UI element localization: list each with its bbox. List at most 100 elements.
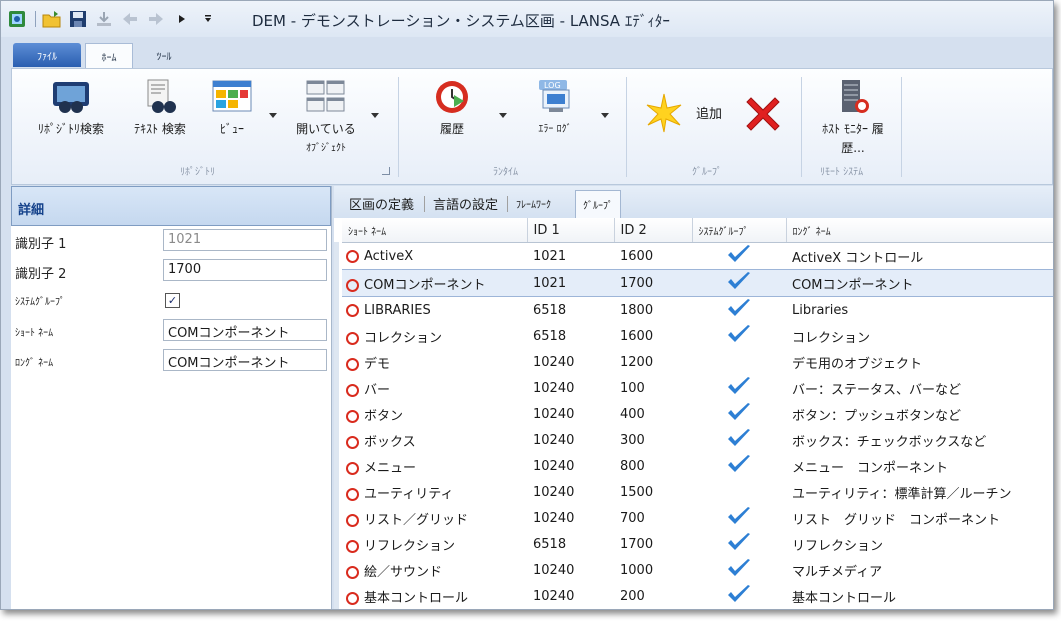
- cell-long-name: メニュー コンポーネント: [792, 460, 949, 476]
- cell-system-group: [692, 297, 786, 324]
- error-log-icon: LOG: [539, 80, 570, 112]
- cell-short-name: ボタン: [342, 401, 527, 427]
- group-separator: [901, 77, 902, 177]
- error-log-button[interactable]: LOG ｴﾗｰ ﾛｸﾞ: [520, 79, 590, 139]
- group-label-remote-system: ﾘﾓｰﾄ ｼｽﾃﾑ: [820, 167, 864, 178]
- open-folder-icon[interactable]: [42, 9, 62, 29]
- group-ring-icon: [346, 249, 359, 263]
- history-dropdown-arrow[interactable]: [499, 113, 507, 118]
- customize-icon[interactable]: [198, 9, 218, 29]
- tab-language-settings[interactable]: 言語の設定: [426, 190, 505, 217]
- forward-arrow-icon[interactable]: [146, 9, 166, 29]
- view-dropdown-arrow[interactable]: [269, 113, 277, 118]
- table-row[interactable]: 絵／サウンド 10240 1000 マルチメディア: [342, 557, 1053, 583]
- open-objects-dropdown-arrow[interactable]: [371, 113, 379, 118]
- column-header-id1[interactable]: ID 1: [527, 218, 615, 243]
- details-panel: 詳細 識別子 1 1021 識別子 2 1700 ｼｽﾃﾑｸﾞﾙｰﾌﾟ ✓ ｼｮ…: [11, 186, 332, 609]
- install-icon[interactable]: [94, 9, 114, 29]
- cell-system-group: [692, 453, 786, 479]
- table-row[interactable]: ボックス 10240 300 ボックス：チェックボックスなど: [342, 427, 1053, 453]
- short-name-field[interactable]: COMコンポーネント: [163, 319, 327, 341]
- table-row[interactable]: コレクション 6518 1600 コレクション: [342, 323, 1053, 349]
- table-row[interactable]: メニュー 10240 800 メニュー コンポーネント: [342, 453, 1053, 479]
- cell-id1: 6518: [533, 302, 567, 318]
- cell-short-name: コレクション: [342, 323, 527, 349]
- table-row[interactable]: バー 10240 100 バー：ステータス、バーなど: [342, 375, 1053, 401]
- delete-x-icon: [746, 97, 780, 131]
- repository-search-label: ﾘﾎﾟｼﾞﾄﾘ検索: [37, 122, 104, 136]
- check-icon: [728, 377, 750, 394]
- identifier-2-field[interactable]: 1700: [163, 259, 327, 281]
- column-header-id2[interactable]: ID 2: [614, 218, 693, 243]
- check-icon: [728, 245, 750, 262]
- cell-id1: 6518: [533, 328, 567, 344]
- view-button[interactable]: ﾋﾞｭｰ: [207, 79, 257, 139]
- cell-system-group: [692, 323, 786, 349]
- dialog-launcher-icon[interactable]: [382, 167, 390, 175]
- back-arrow-icon[interactable]: [120, 9, 140, 29]
- cell-short-name: ボックス: [342, 427, 527, 453]
- short-name-text: リスト／グリッド: [364, 512, 469, 528]
- tab-separator: [507, 196, 508, 212]
- cell-long-name: 基本コントロール: [792, 590, 897, 606]
- tab-groups[interactable]: ｸﾞﾙｰﾌﾟ: [575, 190, 621, 218]
- details-header: 詳細: [11, 186, 331, 226]
- cell-system-group: [692, 375, 786, 401]
- tab-partition-definition[interactable]: 区画の定義: [342, 190, 421, 217]
- cell-id1: 1021: [527, 269, 614, 297]
- check-icon: [728, 299, 750, 316]
- add-label: 追加: [696, 107, 723, 122]
- table-row[interactable]: LIBRARIES 6518 1800 Libraries: [342, 297, 1053, 324]
- cell-id2: 1200: [620, 354, 654, 370]
- group-ring-icon: [346, 591, 359, 605]
- add-star-icon: [646, 93, 682, 133]
- short-name-text: LIBRARIES: [364, 302, 431, 318]
- open-objects-button[interactable]: 開いている ｵﾌﾞｼﾞｪｸﾄ: [280, 79, 372, 158]
- history-button[interactable]: 履歴: [422, 79, 482, 139]
- column-header-short-name[interactable]: ｼｮｰﾄ ﾈｰﾑ: [342, 218, 528, 243]
- system-group-checkbox[interactable]: ✓: [165, 293, 180, 308]
- tab-tools[interactable]: ﾂｰﾙ: [141, 43, 187, 67]
- add-button[interactable]: 追加: [644, 93, 726, 133]
- cell-id2: 1000: [620, 562, 654, 578]
- table-row[interactable]: ActiveX 1021 1600 ActiveX コントロール: [342, 243, 1053, 270]
- cell-system-group: [692, 505, 786, 531]
- column-header-system-group[interactable]: ｼｽﾃﾑｸﾞﾙｰﾌﾟ: [692, 218, 787, 243]
- error-log-dropdown-arrow[interactable]: [601, 113, 609, 118]
- tab-file[interactable]: ﾌｧｲﾙ: [13, 43, 81, 67]
- cell-id2: 700: [620, 510, 645, 526]
- panel-splitter[interactable]: [334, 242, 339, 609]
- table-row[interactable]: ユーティリティ 10240 1500 ユーティリティ：標準計算／ルーチン: [342, 479, 1053, 505]
- repository-search-button[interactable]: ﾘﾎﾟｼﾞﾄﾘ検索: [28, 79, 114, 139]
- system-group-label: ｼｽﾃﾑｸﾞﾙｰﾌﾟ: [15, 297, 65, 308]
- identifier-1-field[interactable]: 1021: [163, 229, 327, 251]
- cell-short-name: ユーティリティ: [342, 479, 527, 505]
- table-row[interactable]: リスト／グリッド 10240 700 リスト グリッド コンポーネント: [342, 505, 1053, 531]
- cell-long-name: リフレクション: [792, 538, 884, 554]
- save-icon[interactable]: [68, 9, 88, 29]
- check-icon: [728, 272, 750, 289]
- app-icon[interactable]: [7, 9, 27, 29]
- long-name-field[interactable]: COMコンポーネント: [163, 349, 327, 371]
- cell-system-group: [692, 269, 786, 297]
- cell-id2: 1700: [620, 536, 654, 552]
- text-search-button[interactable]: ﾃｷｽﾄ 検索: [120, 79, 200, 139]
- long-name-label: ﾛﾝｸﾞ ﾈｰﾑ: [15, 358, 54, 369]
- group-ring-icon: [346, 331, 359, 345]
- tab-framework[interactable]: ﾌﾚｰﾑﾜｰｸ: [509, 190, 558, 217]
- cell-short-name: ActiveX: [342, 243, 527, 270]
- host-monitor-history-button[interactable]: ﾎｽﾄ ﾓﾆﾀｰ 履 歴...: [812, 79, 894, 158]
- table-row[interactable]: 基本コントロール 10240 200 基本コントロール: [342, 583, 1053, 609]
- play-icon[interactable]: [172, 9, 192, 29]
- grid-header-row: ｼｮｰﾄ ﾈｰﾑ ID 1 ID 2 ｼｽﾃﾑｸﾞﾙｰﾌﾟ ﾛﾝｸﾞ ﾈｰﾑ: [342, 218, 1053, 243]
- table-row[interactable]: デモ 10240 1200 デモ用のオブジェクト: [342, 349, 1053, 375]
- cell-short-name: 基本コントロール: [342, 583, 527, 609]
- table-row[interactable]: COMコンポーネント 1021 1700 COMコンポーネント: [342, 269, 1053, 297]
- delete-button[interactable]: [742, 93, 786, 137]
- table-row[interactable]: ボタン 10240 400 ボタン：プッシュボタンなど: [342, 401, 1053, 427]
- cell-id1: 10240: [533, 588, 575, 604]
- column-header-long-name[interactable]: ﾛﾝｸﾞ ﾈｰﾑ: [786, 218, 1053, 243]
- view-icon: [212, 80, 252, 112]
- tab-home[interactable]: ﾎｰﾑ: [85, 43, 133, 68]
- table-row[interactable]: リフレクション 6518 1700 リフレクション: [342, 531, 1053, 557]
